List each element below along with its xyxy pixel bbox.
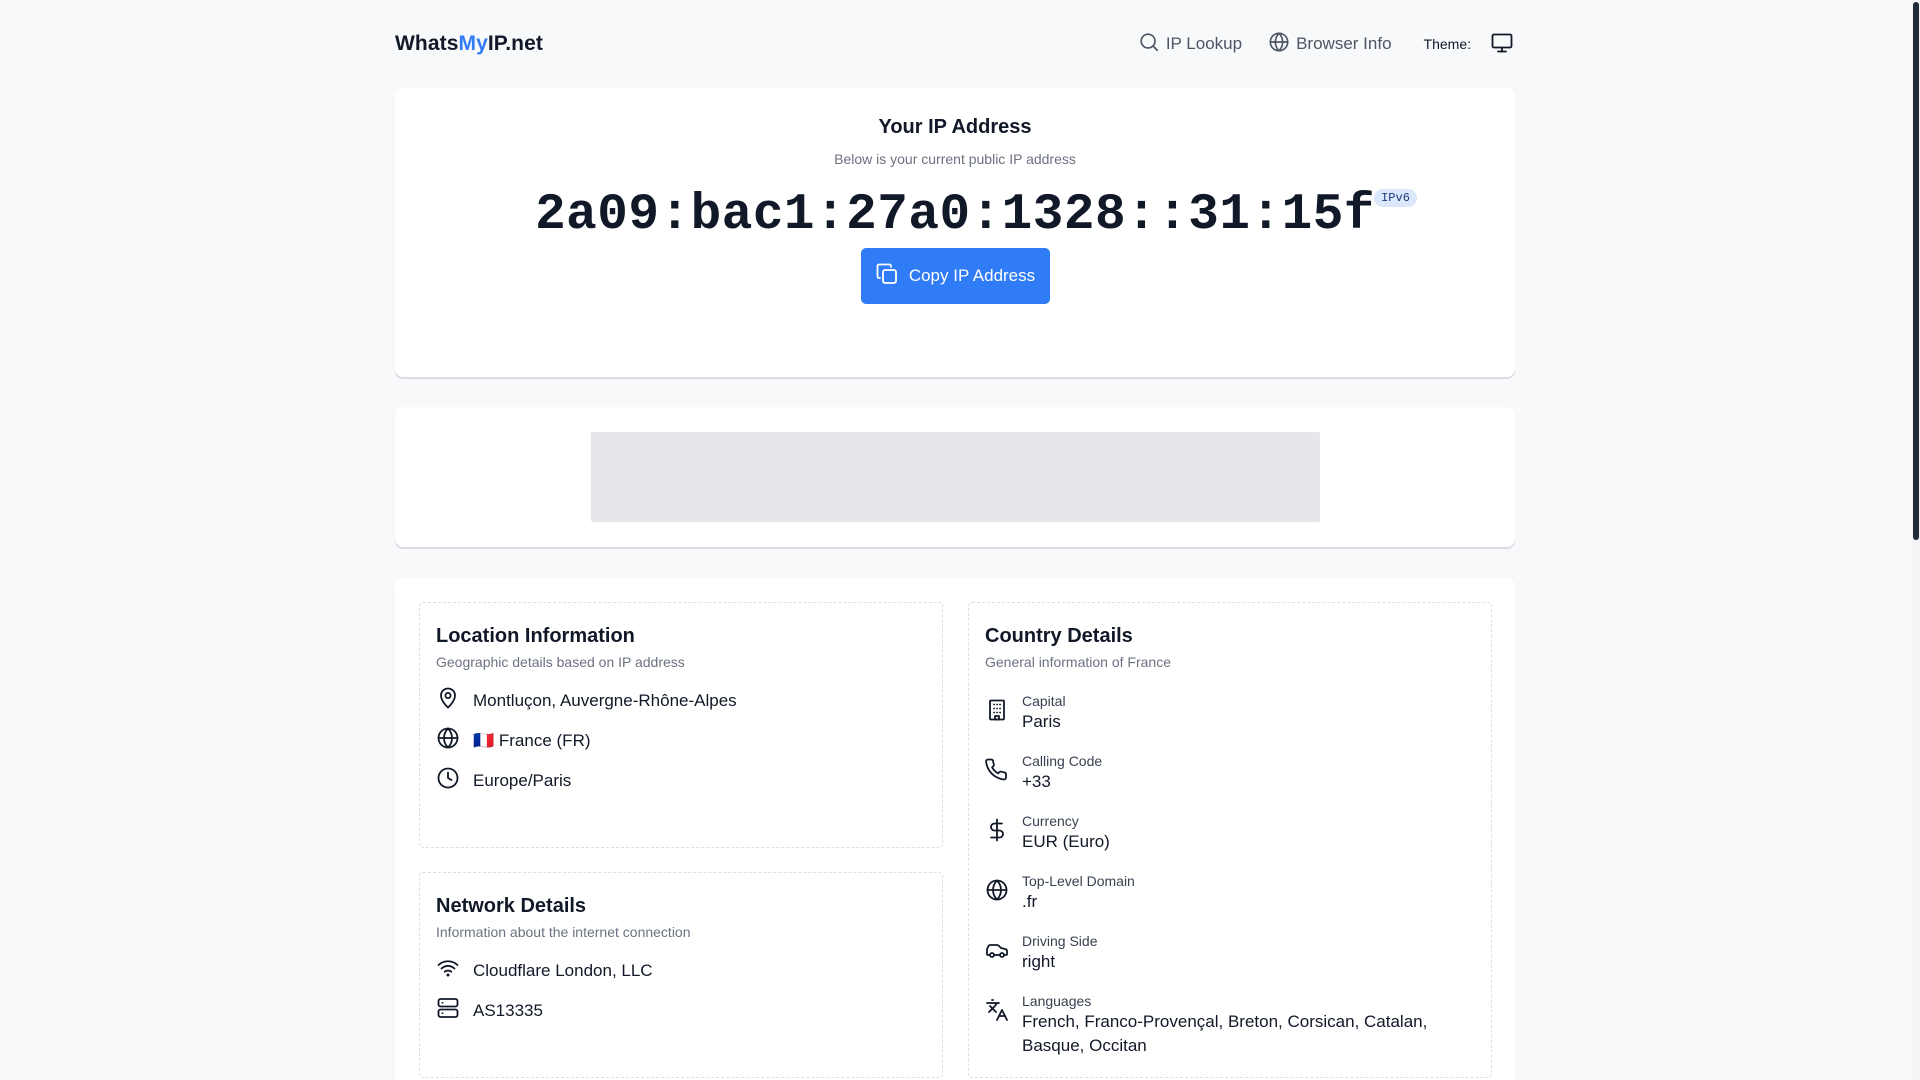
globe-icon — [1268, 31, 1290, 58]
clock-icon — [436, 766, 460, 795]
network-panel: Network Details Information about the in… — [419, 872, 943, 1078]
copy-ip-button[interactable]: Copy IP Address — [860, 248, 1050, 304]
copy-icon — [875, 262, 899, 291]
currency-value: EUR (Euro) — [1022, 832, 1110, 851]
nav-ip-lookup-label: IP Lookup — [1165, 34, 1243, 53]
currency-label: Currency — [1022, 813, 1079, 829]
nav-browser-info-label: Browser Info — [1296, 34, 1392, 53]
header: WhatsMyIP.net IP Lookup Browser Info The… — [395, 22, 1515, 66]
country-panel: Country Details General information of F… — [968, 602, 1492, 1078]
languages-value: French, Franco-Provençal, Breton, Corsic… — [1022, 1012, 1428, 1055]
location-timezone: Europe/Paris — [473, 770, 572, 790]
car-icon — [985, 932, 1009, 967]
location-panel: Location Information Geographic details … — [419, 602, 943, 848]
site-logo[interactable]: WhatsMyIP.net — [395, 32, 543, 56]
scrollbar-thumb[interactable] — [1913, 2, 1919, 540]
globe-icon — [985, 872, 1009, 907]
ip-address-card: Your IP Address Below is your current pu… — [395, 88, 1515, 377]
ip-card-subtitle: Below is your current public IP address — [834, 151, 1076, 167]
network-asn-row: AS13335 — [436, 996, 543, 1025]
globe-icon — [436, 726, 460, 755]
map-pin-icon — [436, 686, 460, 715]
nav-ip-lookup[interactable]: IP Lookup — [1138, 31, 1242, 58]
driving-side-value: right — [1022, 952, 1056, 971]
tld-label: Top-Level Domain — [1022, 873, 1135, 889]
wifi-icon — [436, 956, 460, 985]
logo-text-1: Whats — [395, 32, 459, 55]
location-country: 🇫🇷 France (FR) — [473, 730, 591, 750]
country-capital-row: Capital Paris — [985, 692, 1066, 734]
network-subtitle: Information about the internet connectio… — [436, 924, 691, 940]
theme-toggle-button[interactable] — [1489, 31, 1515, 57]
copy-ip-label: Copy IP Address — [908, 266, 1036, 285]
country-subtitle: General information of France — [985, 654, 1171, 670]
nav-browser-info[interactable]: Browser Info — [1268, 31, 1392, 58]
ad-placeholder — [591, 432, 1320, 522]
monitor-icon — [1490, 31, 1514, 58]
ip-display: 2a09:bac1:27a0:1328::31:15f IPv6 — [535, 187, 1417, 244]
ip-card-title: Your IP Address — [878, 116, 1032, 138]
page: WhatsMyIP.net IP Lookup Browser Info The… — [0, 0, 1920, 1080]
ip-address-value[interactable]: 2a09:bac1:27a0:1328::31:15f — [535, 187, 1375, 244]
building-icon — [985, 692, 1009, 727]
network-isp-row: Cloudflare London, LLC — [436, 956, 653, 985]
nav: IP Lookup Browser Info Theme: — [1138, 31, 1515, 58]
location-timezone-row: Europe/Paris — [436, 766, 571, 795]
details-card: Location Information Geographic details … — [395, 578, 1515, 1080]
location-title: Location Information — [436, 625, 635, 647]
theme-switcher: Theme: — [1424, 31, 1515, 57]
network-isp: Cloudflare London, LLC — [473, 960, 653, 980]
logo-text-3: IP.net — [487, 32, 543, 55]
driving-side-label: Driving Side — [1022, 933, 1098, 949]
logo-text-2: My — [458, 32, 488, 55]
location-city-row: Montluçon, Auvergne-Rhône-Alpes — [436, 686, 737, 715]
calling-code-value: +33 — [1022, 772, 1051, 791]
country-languages-row: Languages French, Franco-Provençal, Bret… — [985, 992, 1442, 1058]
server-icon — [436, 996, 460, 1025]
country-currency-row: Currency EUR (Euro) — [985, 812, 1110, 854]
location-subtitle: Geographic details based on IP address — [436, 654, 685, 670]
scrollbar[interactable] — [1912, 0, 1920, 1080]
tld-value: .fr — [1022, 892, 1038, 911]
calling-code-label: Calling Code — [1022, 753, 1103, 769]
location-city: Montluçon, Auvergne-Rhône-Alpes — [473, 690, 737, 710]
ip-version-badge: IPv6 — [1374, 189, 1417, 207]
country-title: Country Details — [985, 625, 1133, 647]
country-tld-row: Top-Level Domain .fr — [985, 872, 1135, 914]
dollar-icon — [985, 812, 1009, 847]
network-title: Network Details — [436, 895, 587, 917]
capital-label: Capital — [1022, 693, 1066, 709]
ad-card — [395, 407, 1515, 547]
country-calling-code-row: Calling Code +33 — [985, 752, 1102, 794]
theme-label: Theme: — [1423, 36, 1471, 52]
phone-icon — [985, 752, 1009, 787]
search-icon — [1138, 31, 1160, 58]
network-asn: AS13335 — [473, 1000, 543, 1020]
translate-icon — [985, 992, 1009, 1027]
location-country-row: 🇫🇷 France (FR) — [436, 726, 591, 755]
country-driving-side-row: Driving Side right — [985, 932, 1097, 974]
capital-value: Paris — [1022, 712, 1061, 731]
languages-label: Languages — [1022, 993, 1092, 1009]
